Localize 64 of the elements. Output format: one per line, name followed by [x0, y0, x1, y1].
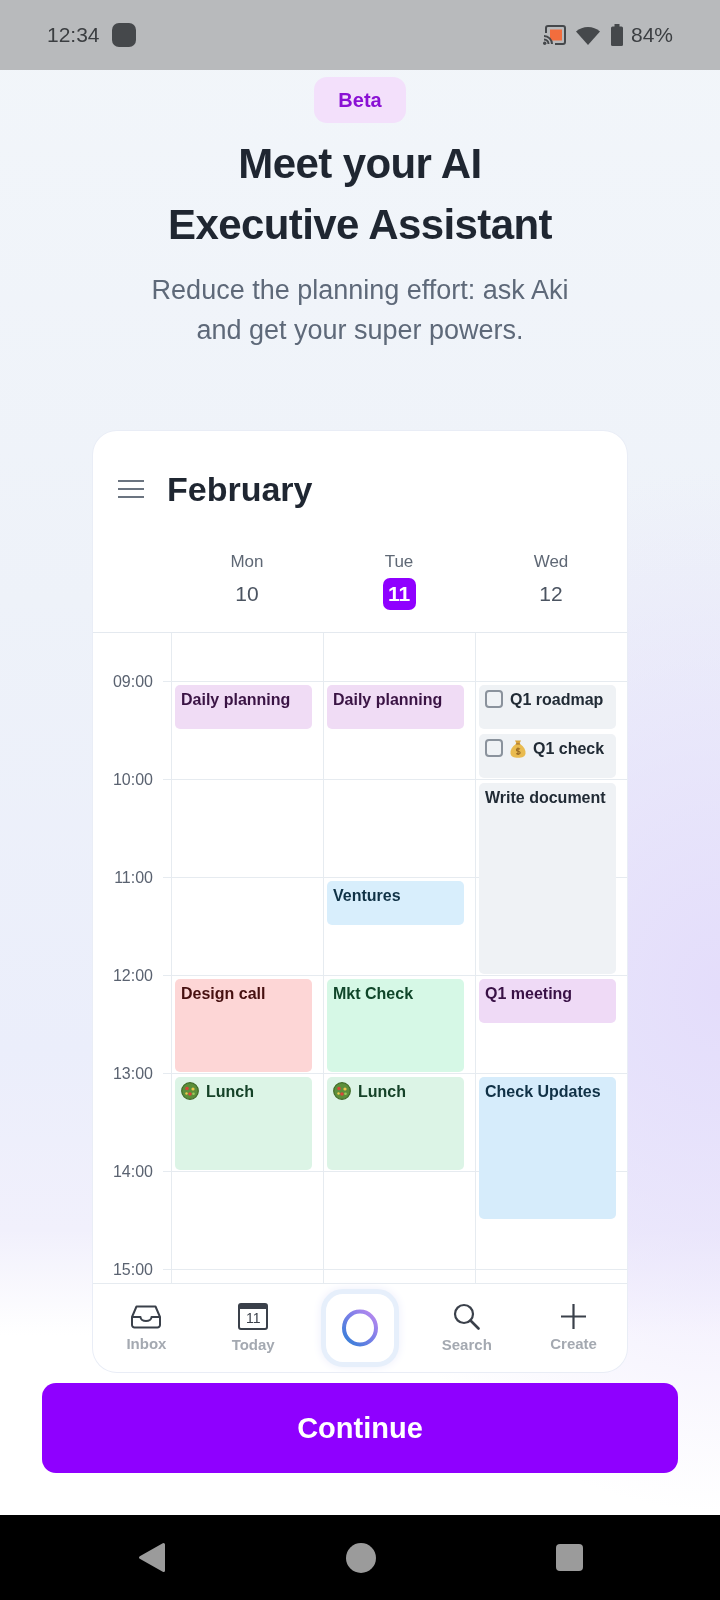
weekday-label: Tue — [384, 551, 414, 573]
hour-label: 13:00 — [112, 1065, 153, 1083]
hour-label: 11:00 — [114, 869, 153, 887]
event-title: Write document — [485, 787, 606, 808]
day-number: 10 — [234, 581, 260, 607]
calendar-event[interactable]: Design call — [175, 978, 312, 1072]
wifi-icon — [575, 25, 600, 45]
calendar-icon: 11 — [238, 1303, 269, 1330]
calendar-event[interactable]: Q1 roadmap — [479, 684, 616, 729]
assistant-button[interactable] — [321, 1289, 399, 1367]
status-time: 12:34 — [47, 23, 100, 47]
back-icon[interactable] — [137, 1542, 166, 1573]
calendar-event[interactable]: Mkt Check — [327, 978, 464, 1072]
battery-icon — [610, 24, 623, 46]
hour-label: 15:00 — [112, 1261, 153, 1279]
event-title: Mkt Check — [333, 983, 414, 1004]
salad-icon — [181, 1081, 199, 1100]
day-number: 12 — [538, 581, 564, 607]
event-title: Q1 meeting — [485, 983, 573, 1004]
month-title: February — [167, 469, 313, 509]
weekday-label: Wed — [533, 551, 569, 573]
task-checkbox[interactable] — [485, 689, 503, 708]
event-title: Lunch — [358, 1081, 406, 1102]
hour-label: 10:00 — [112, 771, 153, 789]
hour-label: 12:00 — [112, 967, 153, 985]
cast-icon — [542, 25, 567, 45]
hour-label: 09:00 — [112, 673, 153, 691]
event-title: Daily planning — [181, 689, 291, 710]
calendar-event[interactable]: Check Updates — [479, 1076, 616, 1219]
calendar-event[interactable]: Write document — [479, 782, 616, 974]
subtitle: Reduce the planning effort: ask Aki and get your super powers. — [150, 274, 570, 347]
weekday-label: Mon — [230, 551, 264, 573]
plus-icon — [561, 1304, 587, 1329]
home-icon[interactable] — [345, 1542, 376, 1573]
calendar-event[interactable]: Q1 check — [479, 733, 616, 778]
salad-icon — [333, 1081, 351, 1100]
calendar-event[interactable]: Daily planning — [327, 684, 464, 729]
calendar-event[interactable]: Lunch — [175, 1076, 312, 1170]
calendar-event[interactable]: Ventures — [327, 880, 464, 925]
task-checkbox[interactable] — [485, 738, 503, 757]
money-bag-icon — [510, 738, 526, 758]
event-title: Design call — [181, 983, 266, 1004]
menu-icon[interactable] — [118, 480, 144, 498]
event-title: Q1 check — [533, 738, 605, 759]
day-number: 11 — [382, 578, 416, 610]
inbox-tray-icon — [130, 1304, 163, 1329]
battery-percentage: 84% — [630, 23, 673, 47]
ring-icon — [341, 1309, 379, 1347]
notification-icon — [111, 23, 136, 47]
headline: Meet your AI Executive Assistant — [167, 139, 553, 250]
event-title: Ventures — [333, 885, 401, 906]
recents-icon[interactable] — [555, 1544, 583, 1571]
event-title: Check Updates — [485, 1081, 601, 1102]
beta-badge: Beta — [314, 77, 406, 123]
event-title: Q1 roadmap — [510, 689, 604, 710]
calendar-event[interactable]: Lunch — [327, 1076, 464, 1170]
calendar-event[interactable]: Daily planning — [175, 684, 312, 729]
event-title: Lunch — [206, 1081, 254, 1102]
calendar-event[interactable]: Q1 meeting — [479, 978, 616, 1023]
hour-label: 14:00 — [112, 1163, 153, 1181]
tab-item[interactable]: 11 Today — [199, 1303, 307, 1353]
event-title: Daily planning — [333, 689, 443, 710]
search-icon — [453, 1303, 481, 1330]
continue-button[interactable]: Continue — [42, 1383, 678, 1473]
